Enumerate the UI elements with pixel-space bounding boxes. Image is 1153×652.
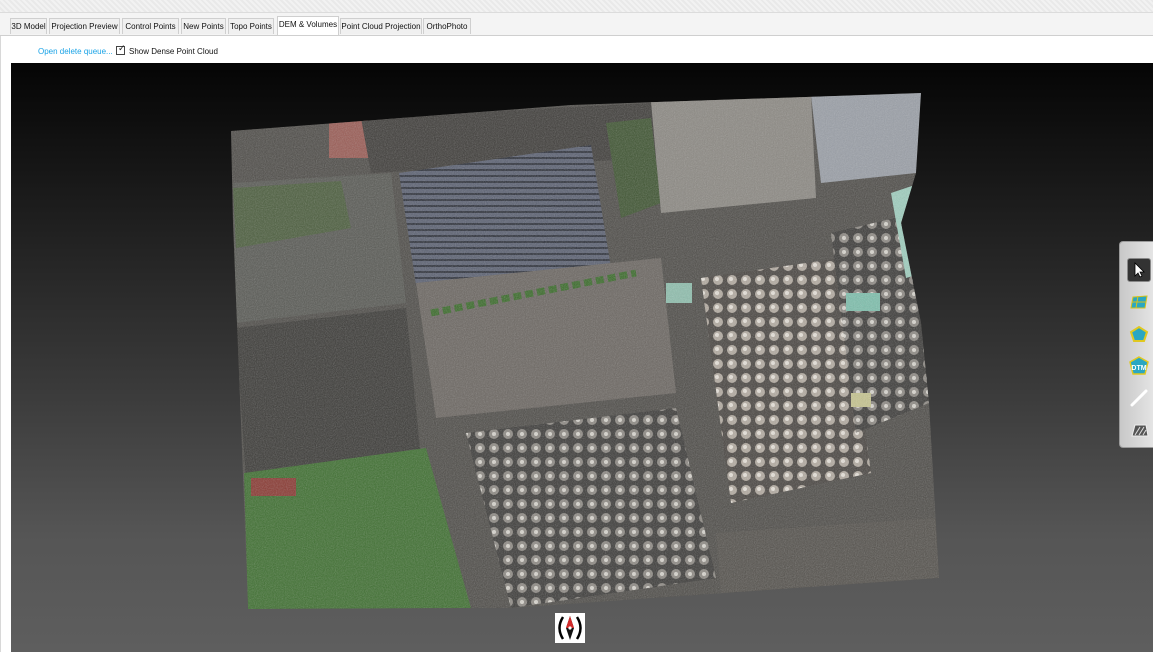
dense-point-cloud-checkbox[interactable]: ✓ — [116, 44, 126, 55]
tab-control-points[interactable]: Control Points — [122, 18, 179, 34]
surface-mesh-icon[interactable] — [1127, 290, 1151, 314]
open-delete-queue-link[interactable]: Open delete queue... — [38, 47, 113, 56]
viewport-tool-panel: DTM — [1119, 241, 1153, 448]
tab-3d-model[interactable]: 3D Model — [10, 18, 47, 34]
measure-line-icon[interactable] — [1127, 386, 1151, 410]
polygon-icon[interactable] — [1127, 322, 1151, 346]
tab-dem-volumes[interactable]: DEM & Volumes — [277, 16, 339, 35]
checkmark-icon: ✓ — [118, 44, 126, 54]
tab-bar: 3D Model Projection Preview Control Poin… — [0, 16, 1153, 36]
tab-projection-preview[interactable]: Projection Preview — [49, 18, 120, 34]
dtm-icon-label: DTM — [1131, 365, 1146, 372]
dense-point-cloud-label[interactable]: Show Dense Point Cloud — [129, 47, 218, 56]
compass-icon[interactable] — [555, 613, 585, 643]
volume-icon[interactable] — [1127, 418, 1151, 442]
3d-viewport[interactable] — [11, 63, 1153, 652]
tab-point-cloud-projection[interactable]: Point Cloud Projection — [340, 18, 422, 34]
tab-orthophoto[interactable]: OrthoPhoto — [423, 18, 471, 34]
dtm-icon[interactable]: DTM — [1127, 354, 1151, 378]
tab-new-points[interactable]: New Points — [181, 18, 226, 34]
cursor-select-icon[interactable] — [1127, 258, 1151, 282]
tab-topo-points[interactable]: Topo Points — [228, 18, 274, 34]
point-cloud-model — [231, 93, 939, 609]
point-cloud-scene[interactable] — [11, 63, 1153, 652]
window-top-strip — [0, 0, 1153, 13]
